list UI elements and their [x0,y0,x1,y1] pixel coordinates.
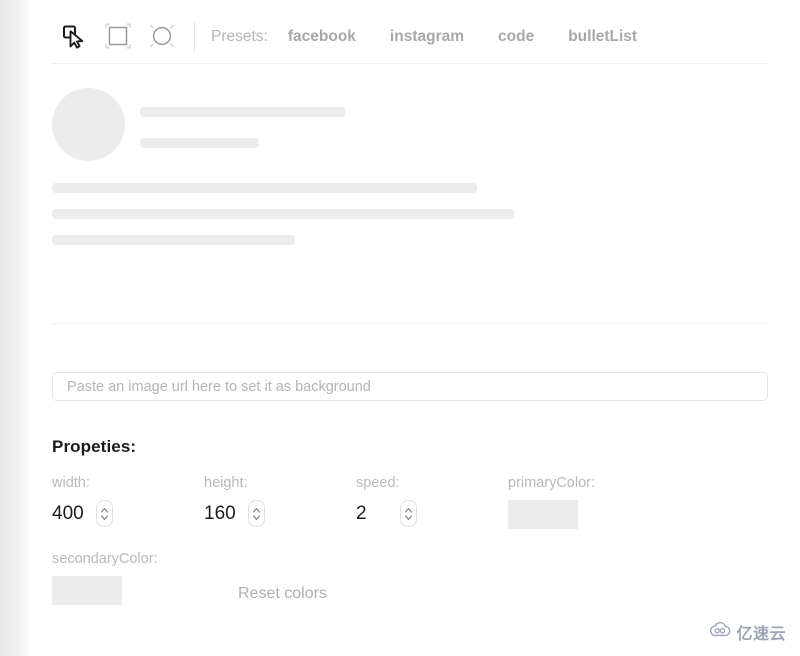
height-label: height: [204,475,265,491]
content-loader-preview[interactable] [52,82,768,312]
preset-instagram-button[interactable]: instagram [390,28,464,46]
skeleton-avatar [52,88,125,161]
circle-tool-button[interactable] [140,15,184,59]
height-stepper[interactable] [248,500,265,527]
toolbar-divider [52,63,768,64]
skeleton-bar [140,138,259,148]
width-label: width: [52,475,113,491]
toolbar-separator [194,22,195,52]
speed-field: speed: 2 [356,475,417,527]
width-stepper[interactable] [96,500,113,527]
preview-divider [52,323,768,324]
height-value[interactable]: 160 [204,504,248,523]
properties-title: Propeties: [52,437,136,457]
presets-label: Presets: [211,28,268,46]
speed-stepper[interactable] [400,500,417,527]
secondary-color-label: secondaryColor: [52,551,158,567]
app-root: Presets: facebook instagram code bulletL… [0,0,800,656]
skeleton-bar [52,183,477,193]
rect-tool-button[interactable] [96,15,140,59]
speed-value[interactable]: 2 [356,504,400,523]
circle-icon [145,19,179,56]
width-field: width: 400 [52,475,113,527]
width-value[interactable]: 400 [52,504,96,523]
panel-left-shadow [0,0,34,656]
cursor-select-icon [61,23,87,52]
rectangle-icon [101,19,135,56]
skeleton-bar [52,209,514,219]
secondary-color-field: secondaryColor: [52,551,158,605]
preset-facebook-button[interactable]: facebook [288,28,356,46]
preset-bulletlist-button[interactable]: bulletList [568,28,637,46]
select-tool-button[interactable] [52,15,96,59]
toolbar: Presets: facebook instagram code bulletL… [52,14,637,60]
editor-panel: Presets: facebook instagram code bulletL… [34,0,800,656]
preset-code-button[interactable]: code [498,28,534,46]
primary-color-field: primaryColor: [508,475,595,529]
primary-color-label: primaryColor: [508,475,595,491]
skeleton-bar [52,235,295,245]
height-field: height: 160 [204,475,265,527]
background-url-input[interactable] [52,372,768,401]
speed-label: speed: [356,475,417,491]
reset-colors-button[interactable]: Reset colors [238,585,327,603]
primary-color-swatch[interactable] [508,500,578,529]
secondary-color-swatch[interactable] [52,576,122,605]
skeleton-bar [140,107,345,117]
